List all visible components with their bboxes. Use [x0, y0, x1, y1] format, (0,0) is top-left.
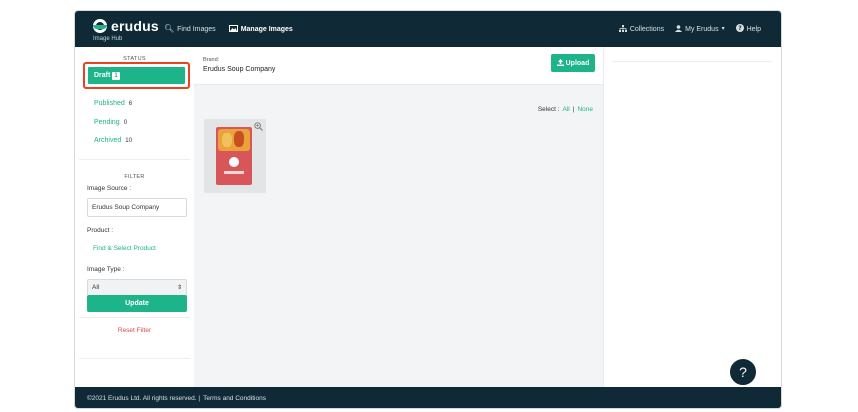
nav-my-erudus-label: My Erudus [685, 25, 719, 33]
svg-text:?: ? [738, 25, 742, 32]
app-window: erudus Image Hub 🔍︎ Find Images Manage I… [74, 10, 782, 409]
brand-label: Brand: [203, 57, 220, 63]
nav-left: 🔍︎ Find Images Manage Images [164, 11, 293, 47]
logo-text: erudus [111, 18, 159, 34]
status-pending-count: 0 [123, 119, 128, 126]
caret-down-icon: ▾ [721, 26, 725, 32]
footer: ©2021 Erudus Ltd. All rights reserved. |… [75, 387, 781, 408]
upload-button[interactable]: Upload [551, 54, 595, 72]
select-none-link[interactable]: None [577, 106, 593, 113]
question-circle-icon: ? [735, 24, 744, 34]
search-icon: 🔍︎ [164, 24, 175, 33]
update-button[interactable]: Update [87, 295, 187, 312]
status-published-label: Published [94, 100, 125, 107]
sitemap-icon [618, 24, 627, 34]
erudus-logo-icon [93, 19, 107, 33]
nav-help-label: Help [746, 25, 761, 33]
sidebar-divider-3 [79, 358, 190, 359]
brand-bar: Brand: Erudus Soup Company Upload [194, 47, 603, 85]
draft-highlight-outline: Draft 1 [83, 62, 190, 89]
nav-manage-images-label: Manage Images [240, 25, 293, 33]
status-draft-count: 1 [112, 71, 120, 80]
status-pending[interactable]: Pending 0 [94, 119, 127, 126]
find-select-product-link[interactable]: Find & Select Product [93, 245, 156, 252]
upload-icon [556, 58, 564, 68]
nav-collections[interactable]: Collections [618, 24, 665, 34]
product-label: Product : [87, 227, 114, 234]
footer-copyright: ©2021 Erudus Ltd. All rights reserved. | [87, 395, 201, 402]
images-icon [228, 24, 238, 34]
status-published[interactable]: Published 6 [94, 100, 132, 107]
package-label-band [224, 171, 244, 174]
image-source-value: Erudus Soup Company [92, 204, 160, 211]
nav-my-erudus[interactable]: My Erudus ▾ [675, 24, 725, 34]
user-icon [675, 24, 683, 34]
logo-subtitle: Image Hub [93, 36, 123, 42]
image-type-label: Image Type : [87, 266, 125, 273]
detail-panel-divider [612, 61, 772, 62]
logo[interactable]: erudus [93, 18, 159, 34]
brand-name: Erudus Soup Company [203, 66, 276, 73]
nav-right: Collections My Erudus ▾ ? Help [618, 11, 761, 47]
select-label: Select : [537, 106, 560, 113]
image-type-select[interactable]: All ⇕ [87, 279, 187, 296]
nav-collections-label: Collections [629, 25, 665, 33]
select-controls: Select : All | None [538, 106, 593, 113]
main-content: Brand: Erudus Soup Company Upload Select… [194, 47, 603, 387]
select-arrows-icon: ⇕ [176, 285, 182, 291]
image-source-field[interactable]: Erudus Soup Company [87, 198, 187, 217]
sidebar: STATUS Draft 1 Published 6 Pending 0 Arc… [75, 47, 194, 387]
status-draft-label: Draft [94, 72, 111, 79]
status-archived-count: 10 [125, 137, 132, 144]
reset-filter-link[interactable]: Reset Filter [75, 327, 194, 334]
image-thumbnail[interactable] [204, 119, 266, 193]
package-food-photo [218, 129, 250, 151]
sidebar-divider-2 [79, 317, 190, 318]
top-nav: erudus Image Hub 🔍︎ Find Images Manage I… [75, 11, 781, 47]
image-type-value: All [92, 284, 100, 291]
soup-package-image [216, 127, 252, 185]
sidebar-divider [79, 159, 190, 160]
nav-manage-images[interactable]: Manage Images [228, 24, 293, 34]
upload-label: Upload [565, 59, 590, 67]
image-source-label: Image Source : [87, 185, 132, 192]
help-fab-button[interactable]: ? [729, 358, 757, 386]
package-seal [229, 157, 239, 167]
nav-find-images[interactable]: 🔍︎ Find Images [164, 25, 216, 33]
status-pending-label: Pending [94, 119, 120, 126]
filter-section-title: FILTER [124, 174, 145, 180]
status-archived[interactable]: Archived 10 [94, 137, 132, 144]
status-published-count: 6 [128, 100, 133, 107]
status-draft-button[interactable]: Draft 1 [88, 67, 185, 84]
detail-panel [603, 47, 781, 387]
nav-help[interactable]: ? Help [735, 24, 761, 34]
select-all-link[interactable]: All [563, 106, 570, 113]
select-separator: | [572, 106, 575, 113]
status-archived-label: Archived [94, 137, 122, 144]
terms-link[interactable]: Terms and Conditions [203, 395, 266, 402]
zoom-in-icon[interactable] [254, 122, 263, 133]
nav-find-images-label: Find Images [177, 25, 216, 33]
